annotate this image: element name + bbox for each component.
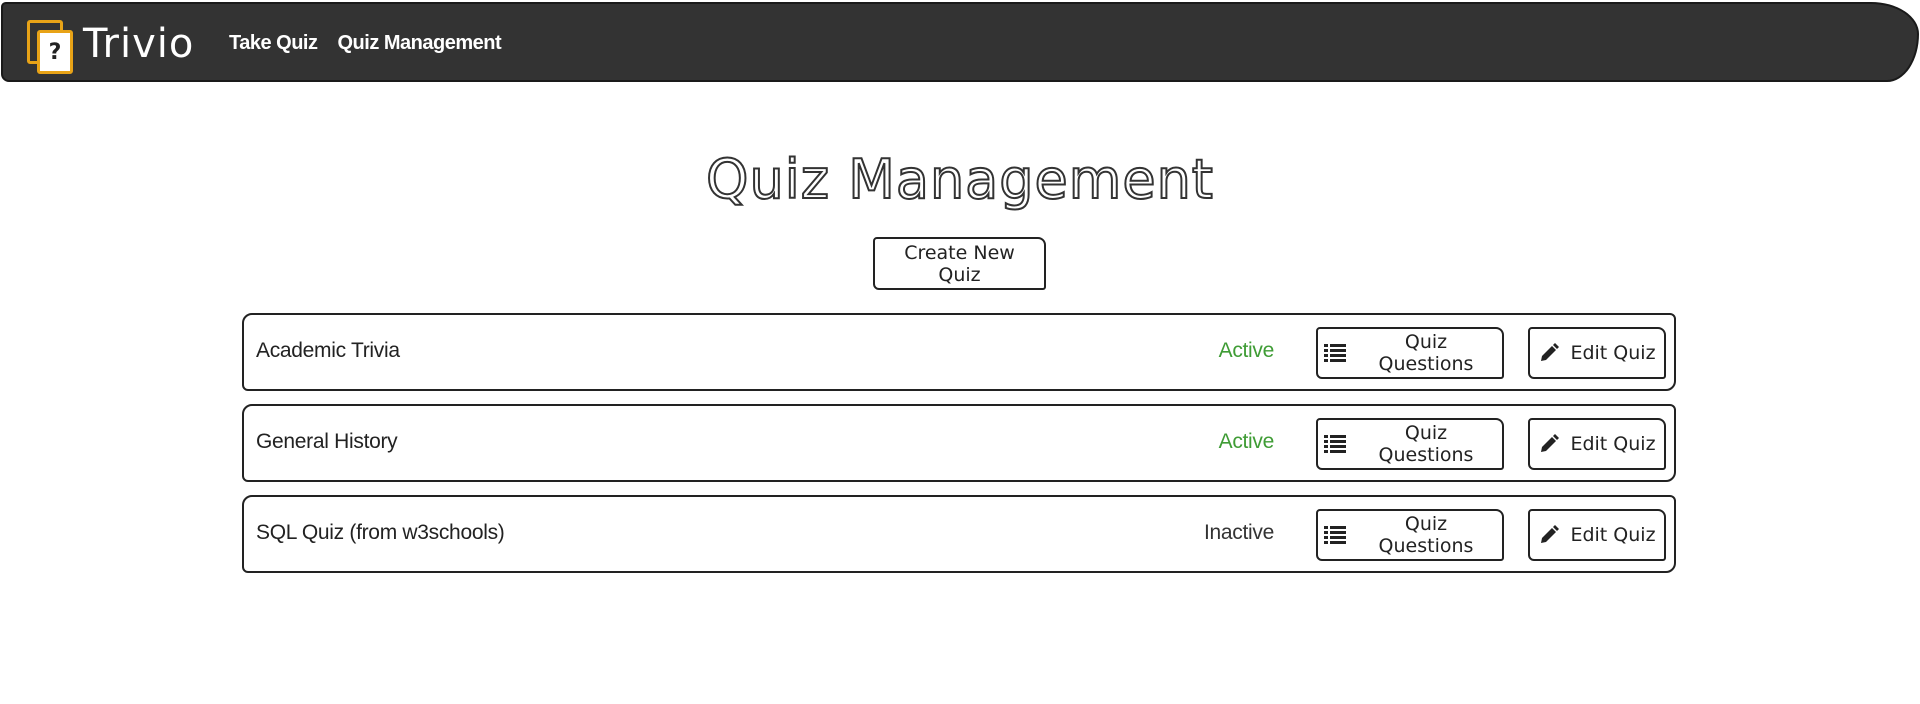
quiz-name: Academic Trivia — [256, 339, 400, 362]
quiz-questions-label: Quiz Questions — [1378, 513, 1474, 557]
quiz-list: Academic Trivia Active Quiz Questions Ed… — [242, 313, 1676, 586]
edit-quiz-label: Edit Quiz — [1570, 342, 1656, 364]
edit-quiz-label: Edit Quiz — [1570, 524, 1656, 546]
brand-name: Trivio — [83, 21, 195, 67]
edit-quiz-label: Edit Quiz — [1570, 433, 1656, 455]
brand-link[interactable]: ? Trivio — [25, 18, 195, 74]
quiz-row: Academic Trivia Active Quiz Questions Ed… — [242, 313, 1676, 391]
quiz-name: SQL Quiz (from w3schools) — [256, 521, 505, 544]
edit-quiz-button[interactable]: Edit Quiz — [1528, 509, 1666, 561]
quiz-row: General History Active Quiz Questions Ed… — [242, 404, 1676, 482]
pencil-icon — [1538, 524, 1560, 546]
create-new-quiz-button[interactable]: Create New Quiz — [873, 237, 1046, 290]
quiz-name: General History — [256, 430, 398, 453]
quiz-status: Active — [1218, 430, 1275, 453]
quiz-questions-label: Quiz Questions — [1378, 331, 1474, 375]
list-icon — [1324, 342, 1346, 364]
edit-quiz-button[interactable]: Edit Quiz — [1528, 327, 1666, 379]
nav-links: Take Quiz Quiz Management — [229, 32, 502, 55]
page-title: Quiz Management — [705, 147, 1214, 212]
quiz-questions-button[interactable]: Quiz Questions — [1316, 327, 1504, 379]
navbar: ? Trivio Take Quiz Quiz Management — [1, 2, 1919, 82]
quiz-row: SQL Quiz (from w3schools) Inactive Quiz … — [242, 495, 1676, 573]
nav-link-quiz-management[interactable]: Quiz Management — [338, 32, 502, 55]
quiz-status: Inactive — [1204, 521, 1274, 544]
pencil-icon — [1538, 433, 1560, 455]
edit-quiz-button[interactable]: Edit Quiz — [1528, 418, 1666, 470]
quiz-questions-button[interactable]: Quiz Questions — [1316, 418, 1504, 470]
quiz-questions-label: Quiz Questions — [1378, 422, 1474, 466]
list-icon — [1324, 524, 1346, 546]
list-icon — [1324, 433, 1346, 455]
trivio-logo-icon: ? — [25, 18, 73, 74]
quiz-status: Active — [1218, 339, 1275, 362]
pencil-icon — [1538, 342, 1560, 364]
quiz-questions-button[interactable]: Quiz Questions — [1316, 509, 1504, 561]
logo-front-card: ? — [37, 30, 73, 74]
nav-link-take-quiz[interactable]: Take Quiz — [229, 32, 318, 55]
